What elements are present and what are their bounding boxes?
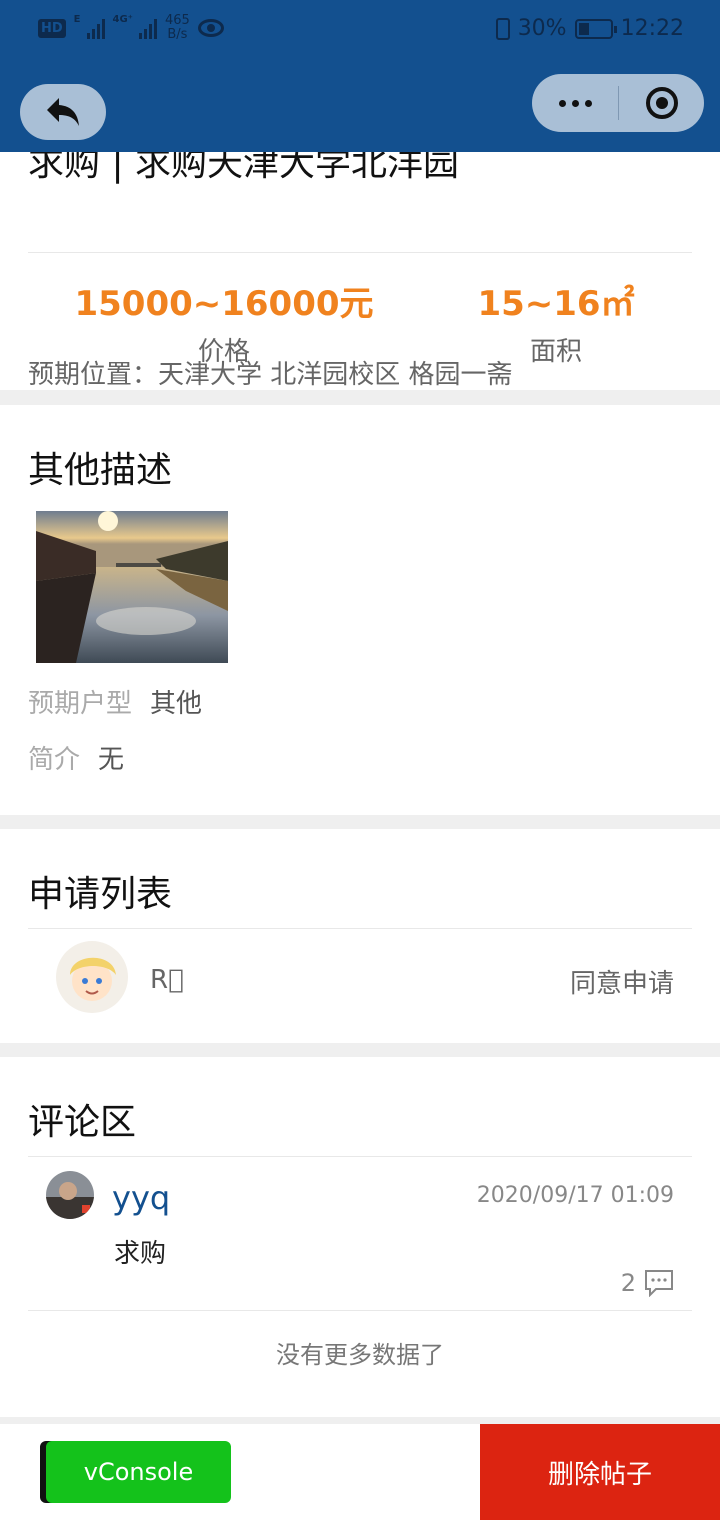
miniprogram-capsule	[532, 74, 704, 132]
signal-icon	[138, 17, 157, 39]
approve-application-button[interactable]: 同意申请	[570, 963, 674, 1000]
area-stat: 15~16㎡ 面积	[396, 276, 716, 368]
network-type-b: 4G⁺	[112, 14, 133, 25]
section-title-applications: 申请列表	[28, 874, 173, 915]
description-card: 其他描述 预期户型 其他 简介 无	[0, 405, 720, 815]
house-type-row: 预期户型 其他	[28, 683, 202, 720]
price-label: 价格	[197, 337, 250, 367]
divider	[28, 252, 692, 253]
eye-icon	[197, 19, 224, 37]
battery-icon	[574, 18, 617, 39]
house-type-label: 预期户型	[28, 689, 133, 719]
reply-count: 2	[620, 1269, 636, 1297]
post-summary-card: 求购 | 求购天津大学北洋园 预期位置：天津大学 北洋园校区 格园一斋 1500…	[0, 152, 720, 390]
intro-value: 无	[98, 745, 125, 775]
avatar[interactable]	[56, 941, 128, 1013]
battery-percent: 30%	[517, 16, 567, 41]
applications-card: 申请列表 R  同意申请	[0, 829, 720, 1043]
area-label: 面积	[529, 337, 582, 367]
vconsole-button[interactable]: vConsole	[46, 1441, 231, 1503]
intro-row: 简介无	[28, 739, 124, 776]
comments-card: 评论区 yyq 2020/09/17 01:09 求购 2 没有更多数据了	[0, 1057, 720, 1417]
price-value: 15000~16000元	[74, 284, 374, 324]
divider	[28, 1310, 692, 1311]
post-photo[interactable]	[36, 511, 228, 663]
delete-post-button[interactable]: 删除帖子	[480, 1424, 720, 1520]
network-speed: 465 B/s	[164, 13, 190, 42]
status-bar: HD E 4G⁺ 465 B/s 30% 12:22	[0, 0, 720, 62]
comment-time: 2020/09/17 01:09	[476, 1183, 674, 1208]
divider	[28, 1156, 692, 1157]
signal-icon	[86, 17, 105, 39]
applicant-name: R 	[150, 965, 184, 995]
post-title: 求购 | 求购天津大学北洋园	[28, 152, 460, 184]
avatar[interactable]	[46, 1171, 94, 1219]
vibrate-icon	[495, 17, 510, 40]
no-more-data: 没有更多数据了	[276, 1341, 444, 1369]
section-title-comments: 评论区	[28, 1102, 137, 1143]
comment-reply-button[interactable]: 2	[621, 1269, 674, 1297]
divider	[28, 928, 692, 929]
area-value: 15~16㎡	[477, 284, 635, 324]
comment-icon	[645, 1270, 673, 1297]
more-dots-icon[interactable]	[532, 99, 618, 107]
target-icon	[645, 87, 678, 119]
house-type-value: 其他	[150, 689, 203, 719]
clock: 12:22	[620, 16, 684, 41]
back-button[interactable]	[20, 84, 106, 140]
network-type-a: E	[73, 14, 81, 25]
section-title-description: 其他描述	[28, 450, 173, 491]
close-target-button[interactable]	[619, 87, 704, 119]
price-stat: 15000~16000元 价格	[64, 276, 384, 368]
app-header: HD E 4G⁺ 465 B/s 30% 12:22	[0, 0, 720, 152]
comment-username[interactable]: yyq	[112, 1179, 170, 1217]
hd-badge: HD	[38, 18, 66, 38]
intro-label: 简介	[28, 745, 81, 775]
comment-text: 求购	[114, 1239, 167, 1269]
back-arrow-icon	[47, 98, 79, 126]
